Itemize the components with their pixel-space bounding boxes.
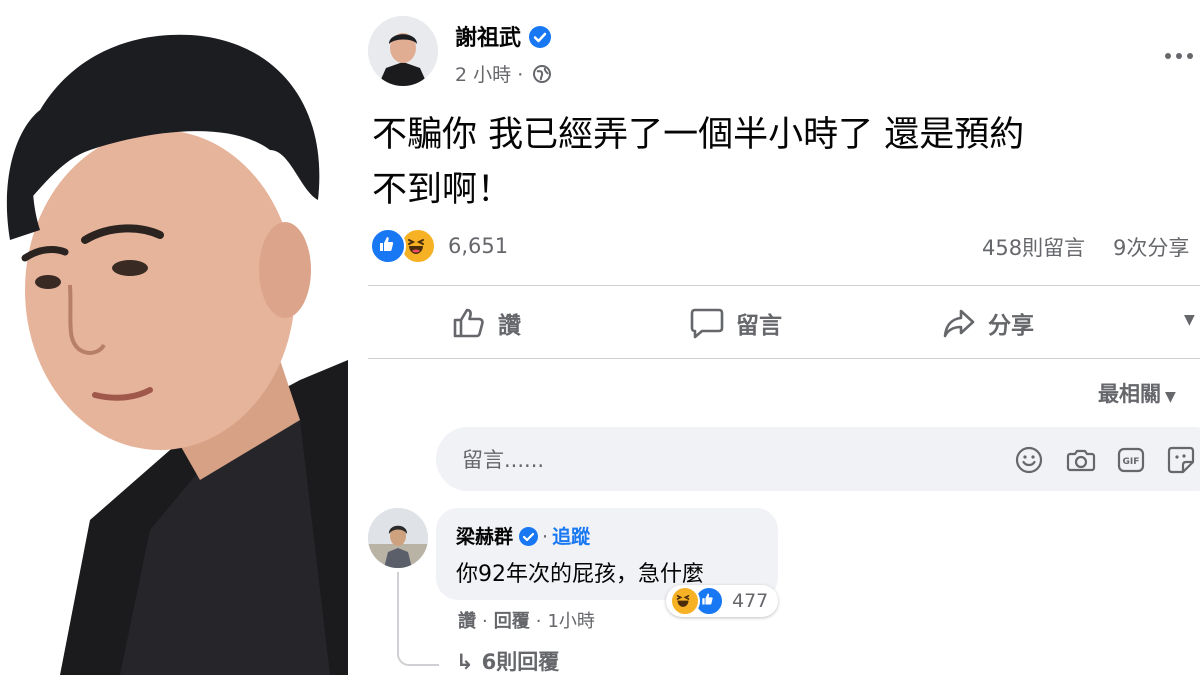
comment-button-label[interactable]: 留言 — [736, 306, 782, 340]
divider — [368, 358, 1200, 359]
comment-input[interactable] — [460, 443, 984, 477]
replies-label[interactable]: 6則回覆 — [482, 650, 560, 674]
action-separator: · — [535, 611, 542, 632]
share-arrow-icon — [943, 309, 975, 338]
like-button[interactable]: 讚 — [452, 300, 521, 346]
facebook-post: 謝祖武 2 小時 · 不騙你 我已經弄了一個半小時了 還是預約 不到啊！ 6,6… — [348, 0, 1200, 675]
sticker-icon[interactable] — [1166, 445, 1196, 475]
share-button[interactable]: 分享 — [942, 300, 1034, 346]
comment-sort-dropdown[interactable]: 最相關 ▼ — [1098, 378, 1176, 408]
svg-text:GIF: GIF — [1123, 457, 1140, 467]
time-separator: · — [517, 64, 524, 86]
haha-reaction-icon — [670, 586, 700, 616]
action-separator: · — [482, 611, 488, 632]
post-timestamp[interactable]: 2 小時 · — [455, 60, 552, 89]
divider — [368, 285, 1200, 286]
commenter-avatar[interactable] — [368, 508, 428, 568]
comment-reactions[interactable]: 477 — [666, 585, 779, 617]
comment-time[interactable]: 1小時 — [547, 611, 594, 632]
comment-like-button[interactable]: 讚 — [458, 611, 476, 632]
reaction-count[interactable]: 6,651 — [448, 234, 508, 258]
verified-badge-icon — [529, 26, 552, 48]
commenter-name-row: 梁赫群 · 追蹤 — [456, 522, 590, 549]
verified-badge-icon — [519, 527, 539, 546]
comments-count[interactable]: 458則留言 — [982, 232, 1085, 262]
name-separator: · — [542, 526, 549, 548]
comment-bubble-icon — [690, 308, 724, 339]
thumbs-up-icon — [453, 308, 484, 338]
post-text-line1: 不騙你 我已經弄了一個半小時了 還是預約 — [372, 115, 1025, 155]
author-name-text[interactable]: 謝祖武 — [455, 26, 521, 51]
comment-text: 你92年次的屁孩，急什麼 — [456, 562, 704, 587]
reply-arrow-icon: ↳ — [456, 650, 474, 674]
globe-icon — [532, 64, 552, 89]
comment-reaction-count[interactable]: 477 — [732, 590, 768, 612]
post-reactions[interactable]: 6,651 — [370, 228, 508, 264]
follow-button[interactable]: 追蹤 — [552, 526, 590, 548]
emoji-icon[interactable] — [1014, 445, 1044, 475]
gif-icon[interactable]: GIF — [1116, 445, 1146, 475]
profile-photo — [0, 0, 348, 675]
shares-count[interactable]: 9次分享 — [1113, 232, 1189, 262]
author-name[interactable]: 謝祖武 — [455, 20, 552, 52]
comment-reply-button[interactable]: 回覆 — [494, 611, 530, 632]
comment-button[interactable]: 留言 — [690, 300, 782, 346]
camera-icon[interactable] — [1066, 445, 1096, 475]
view-replies-link[interactable]: ↳ 6則回覆 — [456, 646, 559, 676]
post-text-line2: 不到啊！ — [372, 170, 513, 210]
audience-dropdown-icon[interactable]: ▼ — [1184, 312, 1195, 328]
post-time-text[interactable]: 2 小時 — [455, 64, 511, 86]
more-options-icon[interactable] — [1164, 38, 1194, 68]
sort-label[interactable]: 最相關 — [1098, 382, 1161, 406]
reply-thread-line — [397, 572, 439, 666]
commenter-name[interactable]: 梁赫群 — [456, 526, 513, 548]
comment-actions: 讚 · 回覆 · 1小時 — [458, 607, 595, 633]
comment-composer[interactable]: GIF — [436, 427, 1200, 491]
like-reaction-icon — [370, 228, 406, 264]
share-button-label[interactable]: 分享 — [988, 306, 1034, 340]
author-avatar[interactable] — [368, 16, 438, 86]
post-text: 不騙你 我已經弄了一個半小時了 還是預約 不到啊！ — [372, 108, 1192, 218]
like-button-label[interactable]: 讚 — [498, 306, 521, 340]
chevron-down-icon: ▼ — [1165, 389, 1176, 405]
